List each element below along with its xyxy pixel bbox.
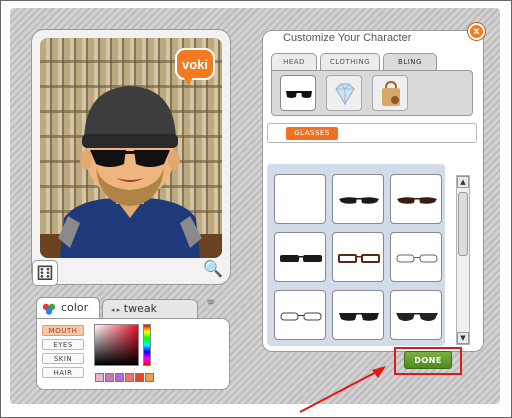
character-preview: voki	[40, 38, 222, 258]
glasses-option[interactable]	[274, 174, 326, 224]
glasses-option[interactable]	[332, 232, 384, 282]
glasses-option[interactable]	[274, 290, 326, 340]
tab-clothing[interactable]: CLOTHING	[320, 53, 380, 71]
color-swatch[interactable]	[135, 373, 144, 382]
link-icon[interactable]: ⚭	[205, 296, 223, 310]
arrows-icon: ◂ ▸	[111, 306, 121, 314]
tab-head[interactable]: HEAD	[271, 53, 317, 71]
color-swatch[interactable]	[145, 373, 154, 382]
feature-skin-button[interactable]: SKIN	[42, 353, 84, 364]
sunglasses-icon[interactable]	[280, 75, 316, 111]
glasses-button[interactable]: GLASSES	[286, 127, 338, 140]
background-scene: voki	[40, 38, 222, 258]
glasses-option[interactable]	[390, 290, 442, 340]
glasses-option[interactable]	[332, 290, 384, 340]
glasses-option[interactable]	[390, 174, 442, 224]
annotation-arrow	[299, 366, 386, 413]
randomize-dice-icon[interactable]: ⚅	[32, 260, 58, 286]
tab-tweak-label: tweak	[123, 302, 157, 315]
diamond-icon[interactable]	[326, 75, 362, 111]
feature-hair-button[interactable]: HAIR	[42, 367, 84, 378]
feature-eyes-button[interactable]: EYES	[42, 339, 84, 350]
feature-mouth-button[interactable]: MOUTH	[42, 325, 84, 336]
voki-logo: voki	[175, 48, 215, 85]
item-type-bar	[271, 70, 473, 116]
hue-slider[interactable]	[143, 324, 151, 366]
color-dots-icon	[42, 303, 56, 315]
scroll-down-icon[interactable]: ▼	[457, 332, 469, 344]
color-swatch[interactable]	[95, 373, 104, 382]
glasses-option[interactable]	[332, 174, 384, 224]
tab-bling[interactable]: BLING	[383, 53, 437, 71]
color-panel: color ◂ ▸ tweak MOUTH EYES SKIN HAIR	[36, 297, 230, 390]
glasses-grid	[267, 164, 445, 346]
done-button[interactable]: DONE	[404, 351, 452, 369]
color-swatch[interactable]	[105, 373, 114, 382]
close-button[interactable]: x	[468, 23, 485, 40]
zoom-icon[interactable]: 🔍	[202, 258, 224, 280]
glasses-option[interactable]	[274, 232, 326, 282]
scroll-up-icon[interactable]: ▲	[457, 176, 469, 188]
color-body: MOUTH EYES SKIN HAIR	[36, 318, 230, 390]
panel-title: Customize Your Character	[283, 32, 412, 44]
color-gradient-picker[interactable]	[94, 324, 139, 366]
character-preview-card: voki ⚅ 🔍	[32, 30, 230, 286]
tab-color-label: color	[61, 301, 89, 314]
bag-icon[interactable]	[372, 75, 408, 111]
color-swatch[interactable]	[125, 373, 134, 382]
customize-panel: Customize Your Character x HEAD CLOTHING…	[262, 23, 485, 352]
grid-scrollbar[interactable]: ▲ ▼	[456, 175, 470, 345]
subcategory-bar: GLASSES	[267, 123, 477, 143]
scroll-thumb[interactable]	[458, 192, 468, 256]
glasses-option[interactable]	[390, 232, 442, 282]
color-swatch[interactable]	[115, 373, 124, 382]
tab-color[interactable]: color	[36, 297, 100, 319]
tab-tweak[interactable]: ◂ ▸ tweak	[102, 299, 198, 318]
